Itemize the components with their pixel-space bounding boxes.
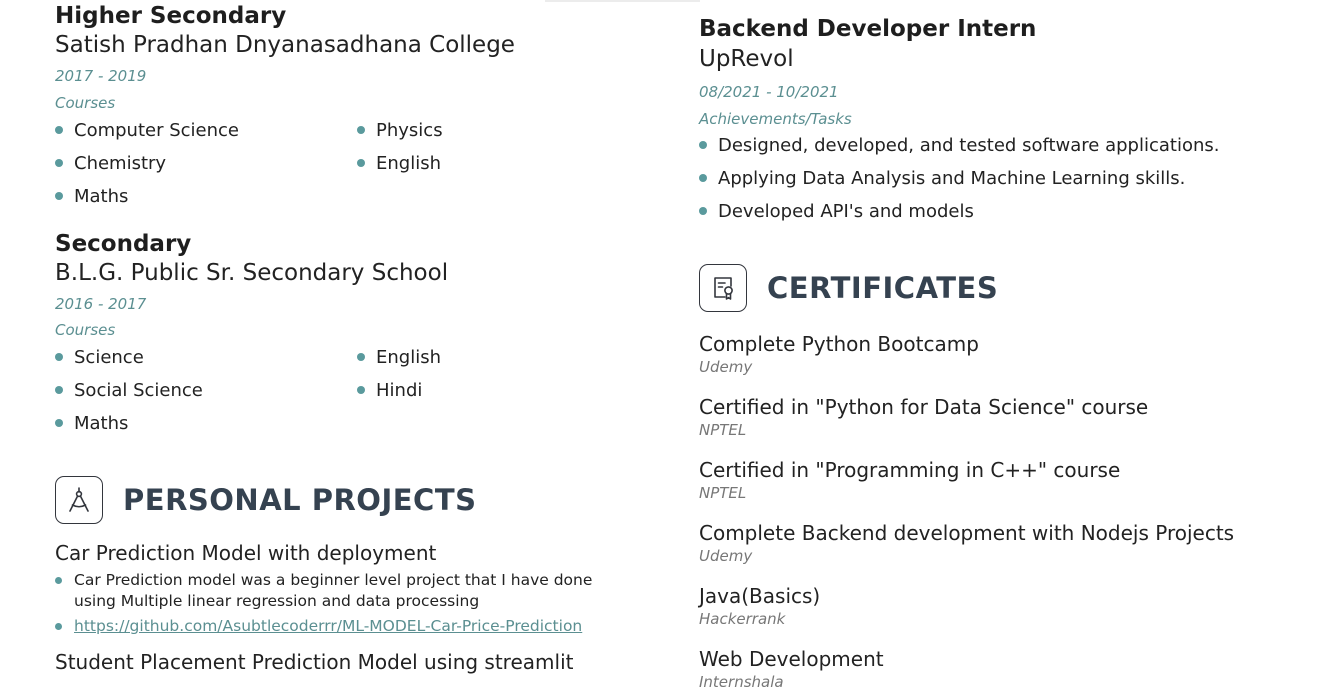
project-link-item: https://github.com/Asubtlecoderrr/ML-MOD… (55, 616, 655, 637)
task-list: Designed, developed, and tested software… (699, 129, 1299, 228)
certificate-issuer: Internshala (699, 673, 784, 691)
certificate-name: Certified in "Python for Data Science" c… (699, 395, 1149, 419)
course-item: Maths (55, 407, 357, 440)
experience-dates: 08/2021 - 10/2021 (699, 83, 839, 101)
course-list: Science Social Science Maths English Hin… (55, 341, 655, 440)
school-name: Satish Pradhan Dnyanasadhana College (55, 32, 515, 58)
education-level: Secondary (55, 231, 192, 257)
job-title: Backend Developer Intern (699, 16, 1037, 42)
course-list: Computer Science Chemistry Maths Physics… (55, 114, 655, 213)
certificate-item: Java(Basics) Hackerrank (699, 583, 1299, 646)
certificate-name: Certified in "Programming in C++" course (699, 458, 1121, 482)
education-entry-higher-secondary: Higher Secondary Satish Pradhan Dnyanasa… (55, 2, 655, 213)
experience-entry: Backend Developer Intern UpRevol 08/2021… (699, 15, 1299, 228)
section-title: CERTIFICATES (767, 271, 999, 305)
project-entry: Student Placement Prediction Model using… (55, 649, 655, 675)
certificate-name: Complete Backend development with Nodejs… (699, 521, 1235, 545)
certificate-item: Complete Python Bootcamp Udemy (699, 331, 1299, 394)
certificate-name: Web Development (699, 647, 884, 671)
course-item: English (357, 147, 557, 180)
school-name: B.L.G. Public Sr. Secondary School (55, 260, 449, 286)
courses-label: Courses (55, 321, 116, 339)
certificate-item: Certified in "Programming in C++" course… (699, 457, 1299, 520)
section-title: PERSONAL PROJECTS (123, 483, 477, 517)
compass-icon (55, 476, 103, 524)
certificate-item: Certified in "Python for Data Science" c… (699, 394, 1299, 457)
certificate-list: Complete Python Bootcamp Udemy Certified… (699, 331, 1299, 696)
project-description: Car Prediction model was a beginner leve… (55, 570, 634, 612)
certificate-issuer: Udemy (699, 547, 753, 565)
certificate-item: Web Development Internshala (699, 646, 1299, 696)
course-item: Physics (357, 114, 557, 147)
task-item: Applying Data Analysis and Machine Learn… (699, 162, 1299, 195)
courses-label: Courses (55, 94, 116, 112)
right-column: Backend Developer Intern UpRevol 08/2021… (699, 0, 1299, 696)
company-name: UpRevol (699, 46, 794, 72)
course-item: Chemistry (55, 147, 357, 180)
education-entry-secondary: Secondary B.L.G. Public Sr. Secondary Sc… (55, 230, 655, 440)
task-item: Designed, developed, and tested software… (699, 129, 1299, 162)
task-item: Developed API's and models (699, 195, 1299, 228)
certificate-issuer: NPTEL (699, 421, 747, 439)
certificates-section-header: CERTIFICATES (699, 264, 1299, 312)
course-item: Maths (55, 180, 357, 213)
project-entry: Car Prediction Model with deployment Car… (55, 540, 655, 637)
certificate-issuer: Udemy (699, 358, 753, 376)
project-title: Car Prediction Model with deployment (55, 541, 437, 565)
project-title: Student Placement Prediction Model using… (55, 650, 574, 674)
certificate-name: Complete Python Bootcamp (699, 332, 979, 356)
education-dates: 2016 - 2017 (55, 295, 147, 313)
project-link[interactable]: https://github.com/Asubtlecoderrr/ML-MOD… (74, 617, 582, 635)
education-dates: 2017 - 2019 (55, 67, 147, 85)
course-item: Hindi (357, 374, 557, 407)
certificate-icon (699, 264, 747, 312)
course-item: Science (55, 341, 357, 374)
course-item: English (357, 341, 557, 374)
projects-section-header: PERSONAL PROJECTS (55, 476, 655, 524)
left-column: Higher Secondary Satish Pradhan Dnyanasa… (55, 0, 655, 675)
education-level: Higher Secondary (55, 3, 287, 29)
course-item: Social Science (55, 374, 357, 407)
certificate-issuer: NPTEL (699, 484, 747, 502)
course-item: Computer Science (55, 114, 357, 147)
certificate-item: Complete Backend development with Nodejs… (699, 520, 1299, 583)
tasks-label: Achievements/Tasks (699, 110, 852, 128)
certificate-name: Java(Basics) (699, 584, 821, 608)
certificate-issuer: Hackerrank (699, 610, 786, 628)
